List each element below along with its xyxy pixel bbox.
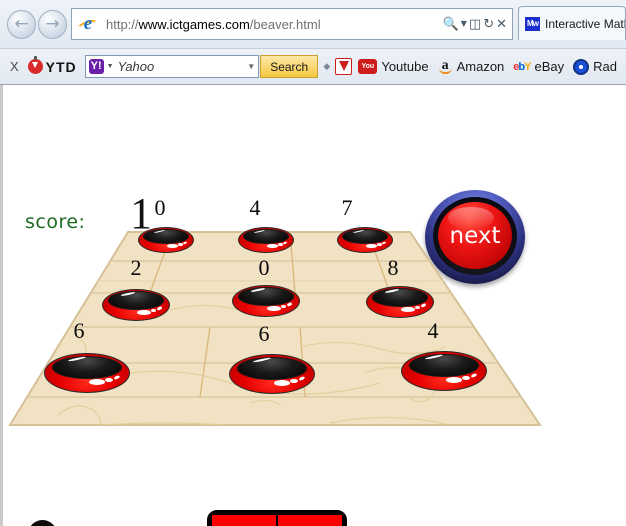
hole-number-front-1: 6 [258, 321, 270, 346]
ytd-toolbar-button[interactable]: YTD [27, 56, 77, 75]
hole-number-front-0: 6 [73, 318, 85, 343]
hole-number-front-2: 4 [427, 318, 439, 343]
url-scheme: http:// [106, 16, 139, 32]
hole-mouth [238, 287, 294, 306]
score-label: score: [25, 211, 86, 233]
back-arrow-icon: ← [14, 14, 29, 34]
yahoo-icon: Y! [88, 59, 104, 74]
game-page: score: 1 next 0 4 7 2 0 8 6 6 4 [0, 85, 626, 526]
url-host: www.ictgames.com [138, 16, 250, 32]
bookmark-ebay[interactable]: ebY eBay [513, 59, 564, 74]
hole-number-back-2: 7 [341, 195, 353, 220]
beaver-board [0, 85, 626, 526]
hole-mouth [372, 288, 428, 307]
chevron-down-icon[interactable]: ▼ [461, 20, 467, 28]
forward-arrow-icon: → [45, 14, 60, 34]
hole-rim [44, 353, 130, 393]
hole-number-middle-0: 2 [130, 255, 142, 280]
hole-rim [138, 227, 194, 253]
bookmark-label: Amazon [456, 59, 505, 74]
hole-mouth [143, 228, 189, 244]
search-icon[interactable]: 🔍 [443, 18, 459, 31]
back-button[interactable]: ← [7, 10, 36, 39]
yahoo-search-input[interactable]: Y! ▼ Yahoo ▼ [84, 55, 260, 78]
beaver-hole-back-2[interactable] [337, 227, 393, 253]
domino-half-right [278, 515, 342, 526]
address-bar-icons: 🔍 ▼ ◫ ↻ ✕ [443, 18, 512, 31]
yahoo-dropdown-icon[interactable]: ▼ [247, 62, 255, 71]
browser-chrome: ← → e http://www.ictgames.com/beaver.htm… [0, 0, 626, 85]
hole-number-middle-1: 0 [258, 255, 270, 280]
next-button[interactable]: next [425, 190, 525, 284]
hole-mouth [408, 353, 480, 378]
bookmark-youtube[interactable]: You Youtube [358, 59, 429, 74]
addon-toolbar: X YTD Y! ▼ Yahoo ▼ Search ◆ You Youtube … [0, 48, 626, 84]
beaver-hole-front-1[interactable] [229, 354, 315, 394]
youtube-icon: You [358, 59, 378, 74]
hole-rim [232, 285, 300, 317]
beaver-hole-back-0[interactable] [138, 227, 194, 253]
tab-favicon-icon: Mw [525, 16, 540, 31]
address-bar-url: http://www.ictgames.com/beaver.html [106, 17, 321, 32]
hole-mouth [342, 228, 388, 244]
url-path: /beaver.html [249, 16, 321, 32]
beaver-hole-middle-1[interactable] [232, 285, 300, 317]
domino-tile[interactable] [207, 510, 347, 526]
bookmark-label: eBay [534, 59, 565, 74]
beaver-hole-back-1[interactable] [238, 227, 294, 253]
compatibility-view-icon[interactable]: ◫ [469, 18, 481, 31]
bookmark-label: Youtube [381, 59, 429, 74]
hole-rim [366, 286, 434, 318]
hole-rim [238, 227, 294, 253]
toolbar-grip-handle[interactable]: ◆ [323, 58, 330, 75]
refresh-icon[interactable]: ↻ [483, 18, 494, 31]
screen-root: ← → e http://www.ictgames.com/beaver.htm… [0, 0, 626, 526]
hole-rim [337, 227, 393, 253]
beaver-hole-front-2[interactable] [401, 351, 487, 391]
hole-number-back-0: 0 [154, 195, 166, 220]
exit-button[interactable]: exit [28, 520, 99, 526]
browser-navigation-row: ← → e http://www.ictgames.com/beaver.htm… [0, 0, 626, 48]
tab-title: Interactive Math [545, 16, 626, 31]
forward-button[interactable]: → [38, 10, 67, 39]
ytd-label: YTD [45, 58, 77, 75]
stop-icon[interactable]: ✕ [496, 18, 507, 31]
yahoo-search-placeholder: Yahoo [117, 59, 155, 74]
hole-number-back-1: 4 [249, 195, 261, 220]
page-left-border [0, 85, 3, 526]
hole-mouth [51, 355, 123, 380]
download-icon[interactable] [335, 58, 353, 75]
beaver-hole-middle-2[interactable] [366, 286, 434, 318]
hole-rim [102, 289, 170, 321]
ebay-icon: ebY [513, 60, 531, 73]
chevron-down-icon[interactable]: ▼ [107, 63, 114, 70]
domino-half-left [212, 515, 278, 526]
next-button-face: next [438, 202, 512, 269]
bookmark-radio[interactable]: Rad [573, 58, 617, 75]
exit-back-arrow-icon [28, 520, 57, 526]
bookmark-amazon[interactable]: a Amazon [438, 59, 505, 74]
beaver-hole-middle-0[interactable] [102, 289, 170, 321]
internet-explorer-icon: e [76, 13, 100, 35]
bookmark-label: Rad [593, 59, 617, 74]
radio-icon [573, 58, 590, 75]
hole-mouth [243, 228, 289, 244]
hole-rim [229, 354, 315, 394]
toolbar-close-button[interactable]: X [10, 59, 19, 74]
search-button[interactable]: Search [260, 55, 319, 78]
hole-number-middle-2: 8 [387, 255, 399, 280]
hole-mouth [236, 356, 308, 381]
hole-mouth [108, 291, 164, 310]
amazon-icon: a [438, 59, 453, 74]
beaver-hole-front-0[interactable] [44, 353, 130, 393]
address-bar[interactable]: e http://www.ictgames.com/beaver.html 🔍 … [71, 8, 513, 40]
next-button-label: next [449, 222, 501, 249]
browser-tab[interactable]: Mw Interactive Math [518, 6, 626, 40]
board-svg [8, 231, 542, 426]
ytd-icon [27, 56, 43, 74]
hole-rim [401, 351, 487, 391]
